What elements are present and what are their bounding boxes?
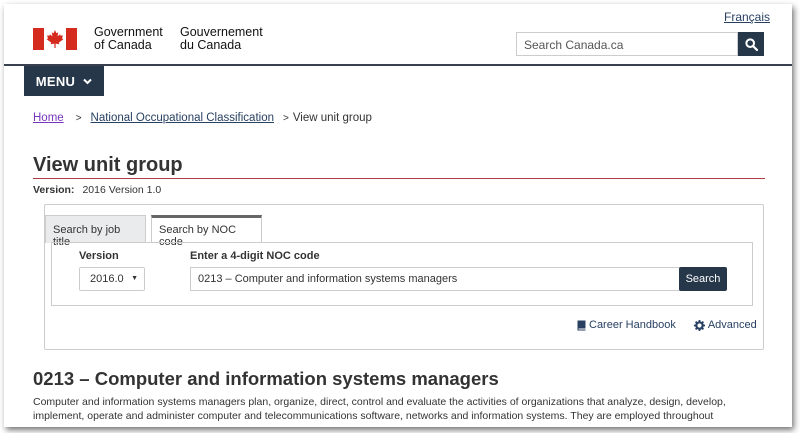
tab-panel-noc-code: Version Enter a 4-digit NOC code 2016.0 … bbox=[51, 242, 753, 306]
government-of-canada-signature[interactable]: Government of Canada Gouvernement du Can… bbox=[33, 26, 273, 56]
advanced-search-link[interactable]: Advanced bbox=[693, 319, 757, 331]
book-icon bbox=[577, 320, 586, 330]
select-caret-icon: ▼ bbox=[131, 275, 138, 282]
breadcrumb: Home > National Occupational Classificat… bbox=[33, 112, 372, 124]
tab-search-by-noc-code[interactable]: Search by NOC code bbox=[151, 215, 262, 248]
chevron-down-icon bbox=[83, 78, 92, 84]
site-search-input[interactable]: Search Canada.ca bbox=[516, 32, 738, 56]
breadcrumb-current: View unit group bbox=[292, 112, 372, 124]
title-underline bbox=[33, 178, 765, 179]
version-info: Version: 2016 Version 1.0 bbox=[33, 184, 161, 196]
version-label: Version: bbox=[33, 184, 75, 196]
unit-group-title: 0213 – Computer and information systems … bbox=[33, 368, 499, 389]
gear-icon bbox=[693, 319, 705, 331]
browser-frame: Français Government of Canada Gouverneme… bbox=[4, 4, 792, 427]
signature-french: Gouvernement du Canada bbox=[180, 25, 263, 52]
breadcrumb-separator: > bbox=[283, 112, 289, 124]
advanced-label: Advanced bbox=[707, 319, 757, 331]
menu-label: MENU bbox=[35, 73, 76, 89]
noc-code-field-label: Enter a 4-digit NOC code bbox=[190, 250, 320, 262]
page-title: View unit group bbox=[33, 154, 183, 176]
maple-leaf-flag-icon bbox=[33, 28, 77, 50]
panel-links: Career Handbook Advanced bbox=[577, 319, 757, 331]
version-select[interactable]: 2016.0 ▼ bbox=[79, 267, 145, 291]
noc-search-button[interactable]: Search bbox=[679, 267, 727, 291]
tab-search-by-job-title[interactable]: Search by job title bbox=[45, 215, 146, 248]
breadcrumb-noc[interactable]: National Occupational Classification bbox=[91, 112, 274, 124]
breadcrumb-home[interactable]: Home bbox=[33, 112, 64, 124]
language-toggle-link[interactable]: Français bbox=[724, 10, 770, 24]
search-panel: Search by job title Search by NOC code V… bbox=[44, 204, 764, 350]
header-divider bbox=[4, 64, 792, 66]
career-handbook-label: Career Handbook bbox=[589, 319, 676, 331]
unit-group-description: Computer and information systems manager… bbox=[33, 396, 726, 422]
menu-button[interactable]: MENU bbox=[24, 66, 104, 96]
version-select-value: 2016.0 bbox=[90, 273, 124, 285]
career-handbook-link[interactable]: Career Handbook bbox=[577, 319, 676, 331]
breadcrumb-separator: > bbox=[75, 112, 82, 124]
version-field-label: Version bbox=[79, 250, 119, 262]
signature-english: Government of Canada bbox=[94, 25, 163, 52]
site-search-button[interactable] bbox=[738, 32, 764, 56]
version-value: 2016 Version 1.0 bbox=[82, 184, 162, 196]
search-icon bbox=[744, 37, 758, 51]
noc-code-input[interactable]: 0213 – Computer and information systems … bbox=[190, 267, 680, 291]
